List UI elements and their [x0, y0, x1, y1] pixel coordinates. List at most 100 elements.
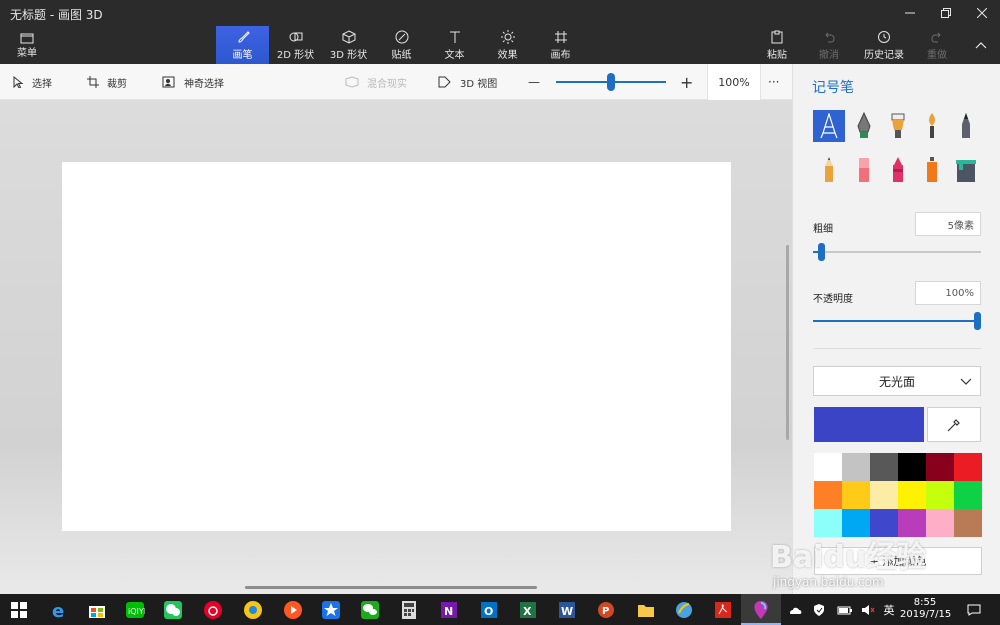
volume-tray[interactable]: [860, 594, 876, 625]
paste-icon: [770, 30, 784, 44]
minimize-button[interactable]: [892, 0, 928, 26]
redo-button[interactable]: 重做: [920, 26, 954, 64]
zoom-percentage[interactable]: 100%: [707, 64, 761, 100]
tab-text[interactable]: 文本: [428, 26, 481, 64]
tab-brushes[interactable]: 画笔: [216, 26, 269, 64]
acrobat-app[interactable]: [710, 597, 736, 623]
tab-canvas[interactable]: 画布: [534, 26, 587, 64]
tab-effects[interactable]: 效果: [481, 26, 534, 64]
crop-tool[interactable]: 裁剪: [87, 64, 127, 100]
horizontal-scrollbar[interactable]: [245, 586, 537, 589]
undo-button[interactable]: 撤消: [812, 26, 846, 64]
thickness-input[interactable]: 5像素: [915, 212, 981, 236]
menu-button[interactable]: 菜单: [8, 26, 46, 64]
tab-label: 画布: [550, 49, 571, 61]
crop-icon: [87, 76, 99, 88]
more-options-button[interactable]: ···: [768, 64, 779, 100]
netease-music-app[interactable]: [200, 597, 226, 623]
history-button[interactable]: 历史记录: [858, 26, 910, 64]
music-app[interactable]: [280, 597, 306, 623]
cloud-tray[interactable]: [786, 594, 804, 625]
powerpoint-app[interactable]: P: [593, 597, 619, 623]
ime-indicator[interactable]: 英: [879, 594, 899, 625]
onenote-app[interactable]: N: [436, 597, 462, 623]
notification-button[interactable]: [962, 594, 986, 625]
color-swatch[interactable]: [814, 481, 842, 509]
brushes-panel: 记号笔 粗细 5像素 不透明度 100% 无光面 + 添加颜色: [792, 64, 1000, 594]
thickness-slider-thumb[interactable]: [818, 243, 826, 261]
wechat-app[interactable]: [357, 597, 383, 623]
color-swatch[interactable]: [926, 481, 954, 509]
mixed-reality-button[interactable]: 混合现实: [345, 64, 407, 100]
color-swatch[interactable]: [954, 453, 982, 481]
powerpoint-icon: P: [598, 602, 614, 618]
magic-select-tool[interactable]: 神奇选择: [162, 64, 224, 100]
close-button[interactable]: [964, 0, 1000, 26]
clock[interactable]: 8:55 2019/7/15: [900, 597, 951, 621]
color-swatch[interactable]: [898, 481, 926, 509]
view-3d-button[interactable]: 3D 视图: [438, 64, 497, 100]
vertical-scrollbar[interactable]: [786, 245, 789, 440]
color-swatch[interactable]: [926, 453, 954, 481]
chevron-up-icon: [975, 42, 987, 49]
opacity-input[interactable]: 100%: [915, 281, 981, 305]
brush-oil[interactable]: [882, 110, 914, 142]
calculator-app[interactable]: [396, 597, 422, 623]
color-swatch[interactable]: [842, 481, 870, 509]
battery-tray[interactable]: [836, 594, 854, 625]
start-button[interactable]: [6, 597, 32, 623]
zoom-slider-thumb[interactable]: [607, 73, 615, 91]
color-swatch[interactable]: [870, 453, 898, 481]
folder-icon: [638, 605, 654, 617]
file-explorer-app[interactable]: [633, 597, 659, 623]
tab-2d-shapes[interactable]: 2D 形状: [269, 26, 322, 64]
paste-button[interactable]: 粘贴: [762, 26, 792, 64]
current-color-swatch[interactable]: [814, 407, 924, 442]
paint3d-app[interactable]: [748, 597, 774, 623]
maximize-button[interactable]: [928, 0, 964, 26]
eyedropper-button[interactable]: [927, 407, 981, 442]
color-swatch[interactable]: [814, 453, 842, 481]
window-title: 无标题 - 画图 3D: [10, 8, 103, 22]
edge-app[interactable]: e: [46, 597, 72, 623]
opacity-slider-thumb[interactable]: [974, 312, 981, 330]
taskbar: e iQIYI N O X W P 英 8:55 2019/7/15: [0, 594, 1000, 625]
brush-pixel-pen[interactable]: [950, 110, 982, 142]
wechat-green-app[interactable]: [160, 597, 186, 623]
brush-spray-can[interactable]: [916, 154, 948, 186]
browser-globe-app[interactable]: [671, 597, 697, 623]
brush-pencil[interactable]: [813, 154, 845, 186]
word-app[interactable]: W: [554, 597, 580, 623]
history-clock-icon: [877, 30, 891, 44]
view-3d-label: 3D 视图: [460, 78, 498, 90]
tab-stickers[interactable]: 贴纸: [375, 26, 428, 64]
defender-tray[interactable]: [810, 594, 828, 625]
color-swatch[interactable]: [870, 481, 898, 509]
select-tool[interactable]: 选择: [12, 64, 52, 100]
brush-crayon[interactable]: [882, 154, 914, 186]
color-swatch[interactable]: [954, 481, 982, 509]
zoom-out-button[interactable]: —: [528, 64, 540, 100]
finish-dropdown[interactable]: 无光面: [813, 366, 981, 396]
outlook-app[interactable]: O: [476, 597, 502, 623]
brush-watercolor[interactable]: [916, 110, 948, 142]
svg-text:iQIYI: iQIYI: [128, 607, 145, 616]
menu-label: 菜单: [17, 47, 37, 59]
brush-marker[interactable]: [813, 110, 845, 142]
excel-app[interactable]: X: [515, 597, 541, 623]
brush-fill[interactable]: [950, 154, 982, 186]
drawing-canvas[interactable]: [62, 162, 731, 531]
brush-eraser[interactable]: [848, 154, 880, 186]
star-app[interactable]: [318, 597, 344, 623]
store-app[interactable]: [84, 597, 110, 623]
minimize-icon: [905, 12, 915, 14]
color-swatch[interactable]: [898, 453, 926, 481]
text-icon: [448, 30, 462, 44]
tab-3d-shapes[interactable]: 3D 形状: [322, 26, 375, 64]
brush-calligraphy-pen[interactable]: [848, 110, 880, 142]
color-swatch[interactable]: [842, 453, 870, 481]
chrome-like-app[interactable]: [240, 597, 266, 623]
collapse-ribbon-button[interactable]: [968, 26, 994, 64]
zoom-in-button[interactable]: +: [680, 64, 693, 100]
iqiyi-app[interactable]: iQIYI: [122, 597, 148, 623]
